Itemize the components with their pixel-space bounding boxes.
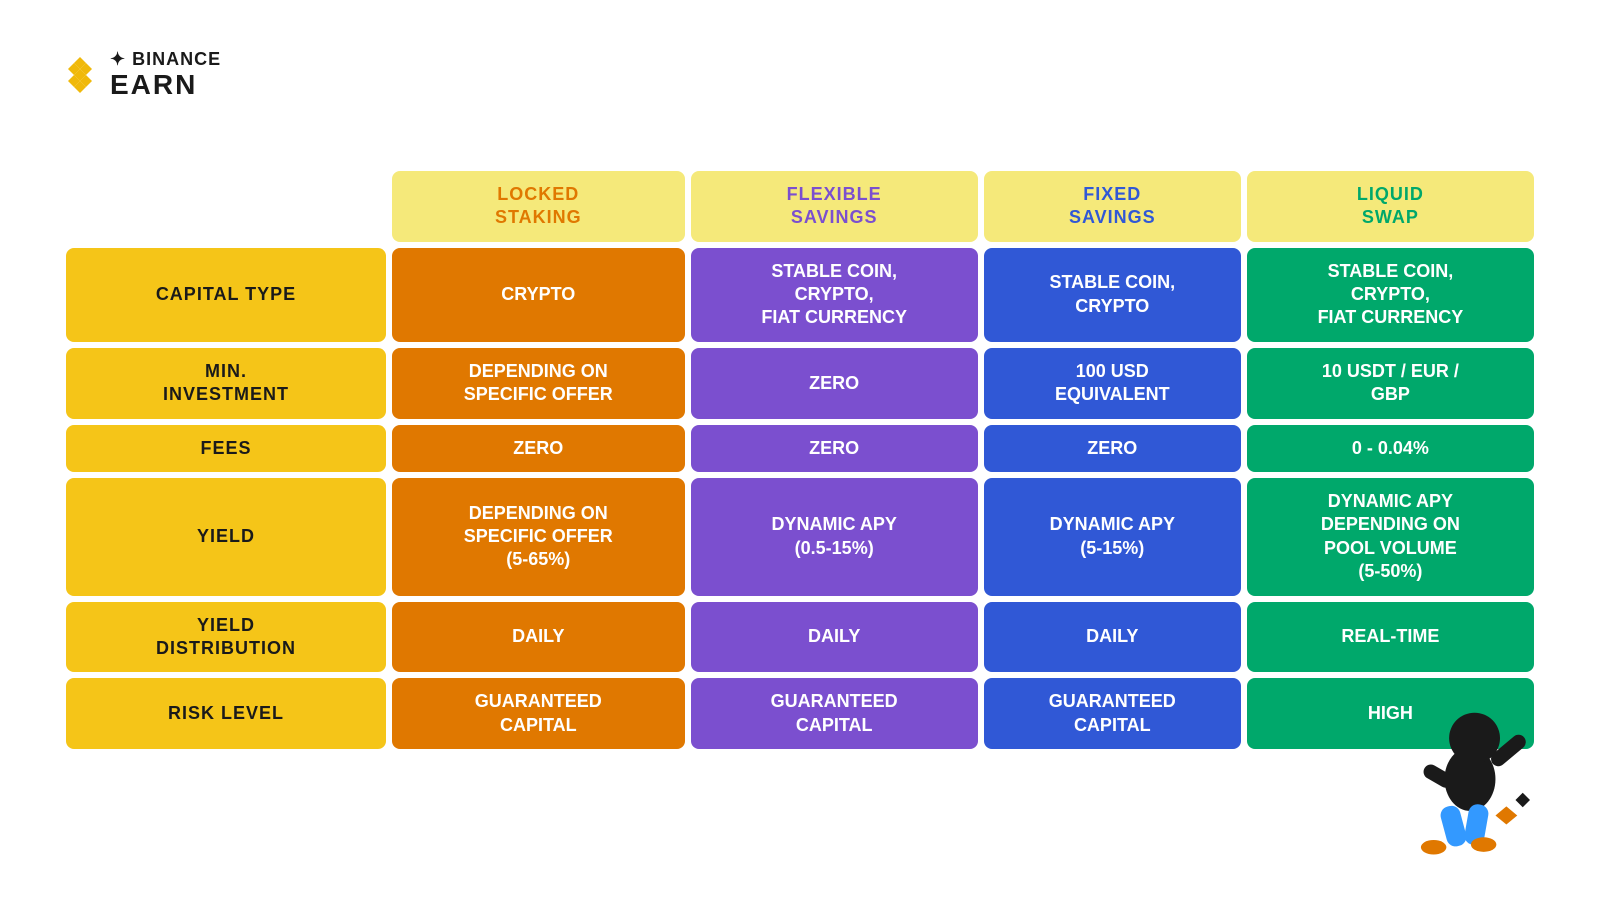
- logo-text: ✦ BINANCE EARN: [110, 50, 221, 101]
- cell-capital-type-flexible: STABLE COIN,CRYPTO,FIAT CURRENCY: [691, 248, 978, 342]
- row-yield-distribution: YIELDDISTRIBUTION DAILY DAILY DAILY REAL…: [66, 602, 1534, 673]
- logo-earn-text: EARN: [110, 70, 221, 101]
- row-risk-level: RISK LEVEL GUARANTEEDCAPITAL GUARANTEEDC…: [66, 678, 1534, 749]
- cell-risk-locked: GUARANTEEDCAPITAL: [392, 678, 685, 749]
- cell-risk-fixed: GUARANTEEDCAPITAL: [984, 678, 1241, 749]
- cell-yield-dist-locked: DAILY: [392, 602, 685, 673]
- cell-min-investment-flexible: ZERO: [691, 348, 978, 419]
- label-yield: YIELD: [66, 478, 386, 596]
- cell-min-investment-liquid: 10 USDT / EUR /GBP: [1247, 348, 1534, 419]
- cell-fees-fixed: ZERO: [984, 425, 1241, 472]
- logo-area: ✦ BINANCE EARN: [60, 50, 221, 101]
- row-min-investment: MIN.INVESTMENT DEPENDING ONSPECIFIC OFFE…: [66, 348, 1534, 419]
- header-fixed-savings: FIXED SAVINGS: [984, 171, 1241, 242]
- cell-capital-type-fixed: STABLE COIN,CRYPTO: [984, 248, 1241, 342]
- cell-capital-type-locked: CRYPTO: [392, 248, 685, 342]
- binance-logo-icon: [60, 55, 100, 95]
- row-fees: FEES ZERO ZERO ZERO 0 - 0.04%: [66, 425, 1534, 472]
- label-fees: FEES: [66, 425, 386, 472]
- label-capital-type: CAPITAL TYPE: [66, 248, 386, 342]
- label-risk-level: RISK LEVEL: [66, 678, 386, 749]
- header-empty: [66, 171, 386, 242]
- cell-yield-flexible: DYNAMIC APY(0.5-15%): [691, 478, 978, 596]
- cell-fees-flexible: ZERO: [691, 425, 978, 472]
- cell-risk-flexible: GUARANTEEDCAPITAL: [691, 678, 978, 749]
- row-yield: YIELD DEPENDING ONSPECIFIC OFFER(5-65%) …: [66, 478, 1534, 596]
- header-locked-staking: LOCKED STAKING: [392, 171, 685, 242]
- cell-yield-fixed: DYNAMIC APY(5-15%): [984, 478, 1241, 596]
- page-container: ✦ BINANCE EARN LOCKED STAKING FLEXIBLE S…: [0, 0, 1600, 900]
- label-min-investment: MIN.INVESTMENT: [66, 348, 386, 419]
- cell-yield-dist-flexible: DAILY: [691, 602, 978, 673]
- cell-yield-dist-liquid: REAL-TIME: [1247, 602, 1534, 673]
- cell-min-investment-fixed: 100 USDEQUIVALENT: [984, 348, 1241, 419]
- character-illustration: [1380, 670, 1560, 870]
- cell-yield-locked: DEPENDING ONSPECIFIC OFFER(5-65%): [392, 478, 685, 596]
- comparison-table: LOCKED STAKING FLEXIBLE SAVINGS FIXED SA…: [60, 165, 1540, 755]
- label-yield-distribution: YIELDDISTRIBUTION: [66, 602, 386, 673]
- header-flexible-savings: FLEXIBLE SAVINGS: [691, 171, 978, 242]
- cell-fees-locked: ZERO: [392, 425, 685, 472]
- cell-min-investment-locked: DEPENDING ONSPECIFIC OFFER: [392, 348, 685, 419]
- header-row: LOCKED STAKING FLEXIBLE SAVINGS FIXED SA…: [66, 171, 1534, 242]
- row-capital-type: CAPITAL TYPE CRYPTO STABLE COIN,CRYPTO,F…: [66, 248, 1534, 342]
- header-liquid-swap: LIQUID SWAP: [1247, 171, 1534, 242]
- cell-fees-liquid: 0 - 0.04%: [1247, 425, 1534, 472]
- cell-yield-dist-fixed: DAILY: [984, 602, 1241, 673]
- cell-capital-type-liquid: STABLE COIN,CRYPTO,FIAT CURRENCY: [1247, 248, 1534, 342]
- logo-binance-text: ✦ BINANCE: [110, 50, 221, 70]
- cell-yield-liquid: DYNAMIC APYDEPENDING ONPOOL VOLUME(5-50%…: [1247, 478, 1534, 596]
